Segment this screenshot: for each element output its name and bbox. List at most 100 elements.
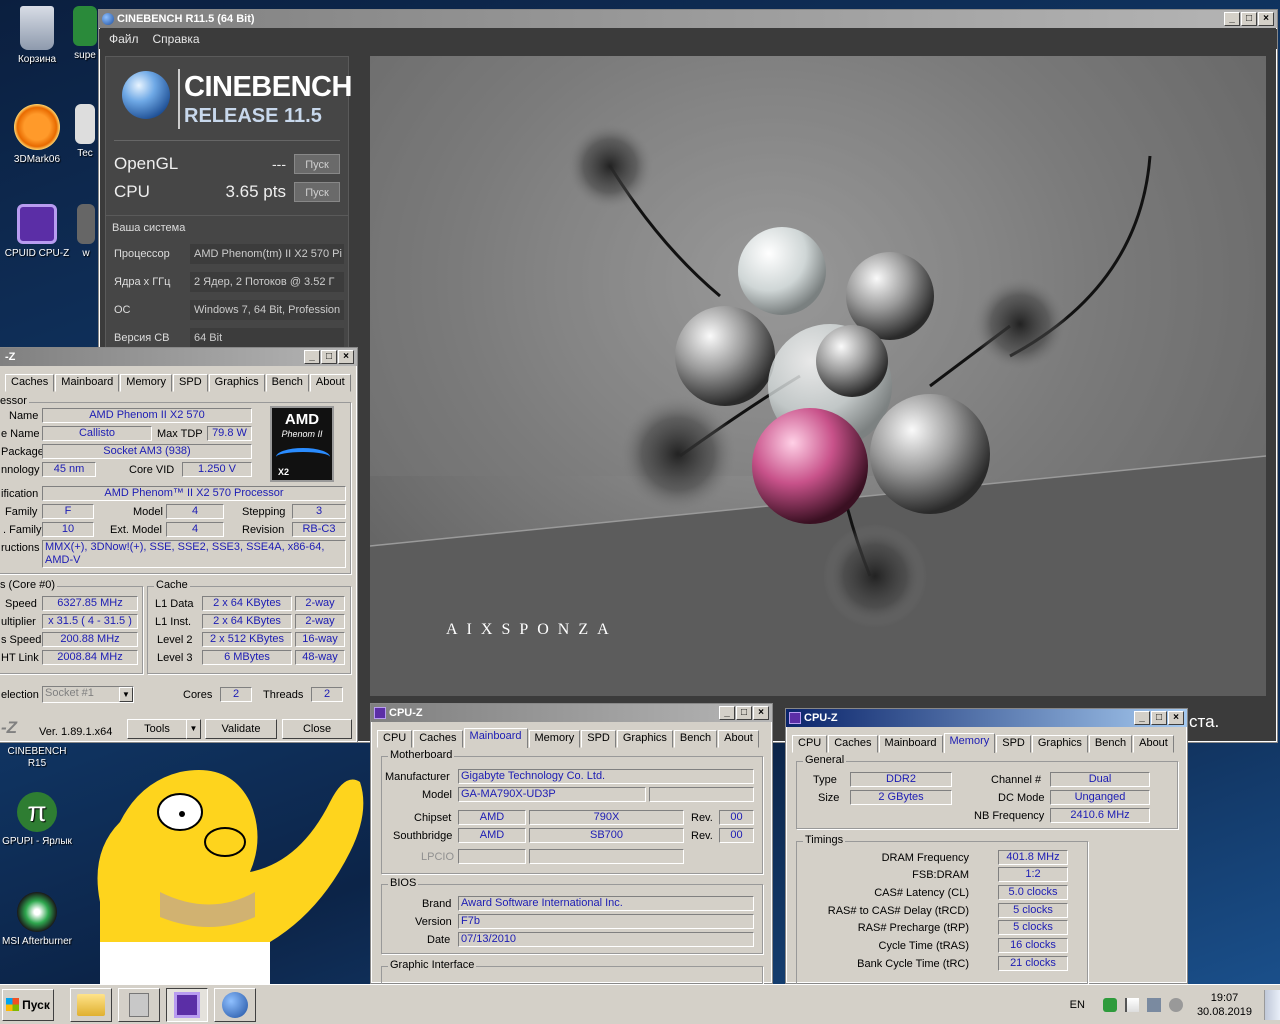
cpuz-cpu-titlebar[interactable]: -Z _ □ × [0, 348, 357, 366]
southbridge-value: SB700 [529, 828, 684, 843]
nb-frequency-label: NB Frequency [974, 810, 1045, 822]
cpuz-mainboard-titlebar[interactable]: CPU-Z _ □ × [371, 704, 772, 722]
ext-family-value: 10 [42, 522, 94, 537]
volume-icon[interactable] [1168, 998, 1183, 1012]
cinebench-logo-divider [178, 69, 180, 129]
model-value: GA-MA790X-UD3P [458, 787, 646, 802]
taskbar: Пуск EN 19:07 30.08.2019 [0, 984, 1280, 1024]
close-app-button[interactable]: Close [282, 719, 352, 739]
tab-about[interactable]: About [309, 374, 351, 392]
taskbar-app[interactable] [118, 987, 160, 1022]
cpuz-mainboard-window[interactable]: CPU-Z _ □ × CPU Caches Mainboard Memory … [370, 703, 773, 996]
level2-way: 16-way [295, 632, 345, 647]
tab-mainboard[interactable]: Mainboard [463, 728, 528, 748]
app-icon [77, 204, 95, 244]
tab-graphics[interactable]: Graphics [1031, 735, 1088, 753]
timing-value-tras: 16 clocks [998, 938, 1068, 953]
start-button[interactable]: Пуск [2, 988, 54, 1021]
tab-bench[interactable]: Bench [265, 374, 309, 392]
close-button[interactable]: × [338, 350, 354, 364]
tab-graphics[interactable]: Graphics [616, 730, 673, 748]
close-button[interactable]: × [1168, 711, 1184, 725]
maxtdp-label: Max TDP [157, 428, 203, 440]
desktop-icon-w[interactable]: w [74, 204, 98, 260]
show-desktop-button[interactable] [1264, 990, 1280, 1020]
tab-memory[interactable]: Memory [528, 730, 581, 748]
name-value: AMD Phenom II X2 570 [42, 408, 252, 423]
tab-about[interactable]: About [1133, 735, 1174, 753]
3dmark-icon [14, 104, 60, 150]
l1-data-label: L1 Data [155, 598, 194, 610]
tab-cpu[interactable]: CPU [377, 730, 413, 748]
tab-bench[interactable]: Bench [673, 730, 718, 748]
tab-caches[interactable]: Caches [5, 374, 55, 392]
menu-help[interactable]: Справка [153, 29, 200, 49]
minimize-button[interactable]: _ [1134, 711, 1150, 725]
tools-dropdown-chevron-icon[interactable]: ▼ [186, 719, 201, 739]
flag-icon[interactable] [1124, 998, 1139, 1012]
clock[interactable]: 19:07 30.08.2019 [1197, 991, 1252, 1019]
tab-memory[interactable]: Memory [943, 733, 996, 753]
network-icon[interactable] [1146, 998, 1161, 1012]
cpuz-cpu-window[interactable]: -Z _ □ × Caches Mainboard Memory SPD Gra… [0, 347, 358, 743]
desktop-icon-recycle-bin[interactable]: Корзина [0, 6, 74, 66]
minimize-button[interactable]: _ [304, 350, 320, 364]
codename-value: Callisto [42, 426, 152, 441]
bios-date-value: 07/13/2010 [458, 932, 754, 947]
close-button[interactable]: × [753, 706, 769, 720]
tab-cpu[interactable]: CPU [792, 735, 828, 753]
security-shield-icon[interactable] [1102, 998, 1117, 1012]
maximize-button[interactable]: □ [736, 706, 752, 720]
desktop-icon-super[interactable]: supe [70, 6, 100, 62]
cpuz-memory-titlebar[interactable]: CPU-Z _ □ × [786, 709, 1187, 727]
desktop-icon-tec[interactable]: Tec [70, 104, 100, 160]
threads-value: 2 [311, 687, 343, 702]
maximize-button[interactable]: □ [321, 350, 337, 364]
desktop-icon-3dmark06[interactable]: 3DMark06 [0, 104, 74, 166]
taskbar-cpuz[interactable] [166, 987, 208, 1022]
tab-caches[interactable]: Caches [828, 735, 878, 753]
minimize-button[interactable]: _ [1224, 12, 1240, 26]
chevron-down-icon[interactable]: ▼ [119, 687, 133, 702]
tab-memory[interactable]: Memory [120, 374, 173, 392]
tab-spd[interactable]: SPD [173, 374, 208, 392]
maximize-button[interactable]: □ [1151, 711, 1167, 725]
tab-caches[interactable]: Caches [413, 730, 463, 748]
window-title: CINEBENCH R11.5 (64 Bit) [117, 13, 255, 25]
tab-bench[interactable]: Bench [1088, 735, 1133, 753]
cpu-run-button[interactable]: Пуск [294, 182, 340, 202]
codename-label: e Name [1, 428, 40, 440]
validate-button[interactable]: Validate [205, 719, 277, 739]
bios-brand-value: Award Software International Inc. [458, 896, 754, 911]
clock-date: 30.08.2019 [1196, 1006, 1252, 1018]
tab-about[interactable]: About [718, 730, 759, 748]
pi-icon: π [17, 792, 57, 832]
app-icon [75, 104, 95, 144]
language-indicator[interactable]: EN [1070, 999, 1085, 1011]
bios-version-value: F7b [458, 914, 754, 929]
threads-label: Threads [263, 689, 304, 701]
menu-file[interactable]: Файл [109, 29, 139, 49]
render-viewport[interactable]: AIXSPONZA [370, 56, 1266, 696]
tab-spd[interactable]: SPD [996, 735, 1031, 753]
tab-mainboard[interactable]: Mainboard [55, 374, 120, 392]
maximize-button[interactable]: □ [1241, 12, 1257, 26]
tab-graphics[interactable]: Graphics [208, 374, 265, 392]
cpuz-memory-window[interactable]: CPU-Z _ □ × CPU Caches Mainboard Memory … [785, 708, 1188, 991]
close-button[interactable]: × [1258, 12, 1274, 26]
opengl-run-button[interactable]: Пуск [294, 154, 340, 174]
taskbar-explorer[interactable] [70, 987, 112, 1022]
taskbar-cinebench[interactable] [214, 987, 256, 1022]
technology-value: 45 nm [42, 462, 96, 477]
desktop-icon-cpuz[interactable]: CPUID CPU-Z [0, 204, 74, 260]
level3-way: 48-way [295, 650, 345, 665]
southbridge-rev-value: 00 [719, 828, 754, 843]
cinebench-titlebar[interactable]: CINEBENCH R11.5 (64 Bit) _ □ × [99, 10, 1277, 28]
stepping-label: Stepping [242, 506, 286, 518]
minimize-button[interactable]: _ [719, 706, 735, 720]
opengl-label: OpenGL [114, 154, 179, 173]
tab-spd[interactable]: SPD [581, 730, 616, 748]
cores-label: Cores [183, 689, 213, 701]
tools-button[interactable]: Tools [127, 719, 187, 739]
tab-mainboard[interactable]: Mainboard [878, 735, 943, 753]
